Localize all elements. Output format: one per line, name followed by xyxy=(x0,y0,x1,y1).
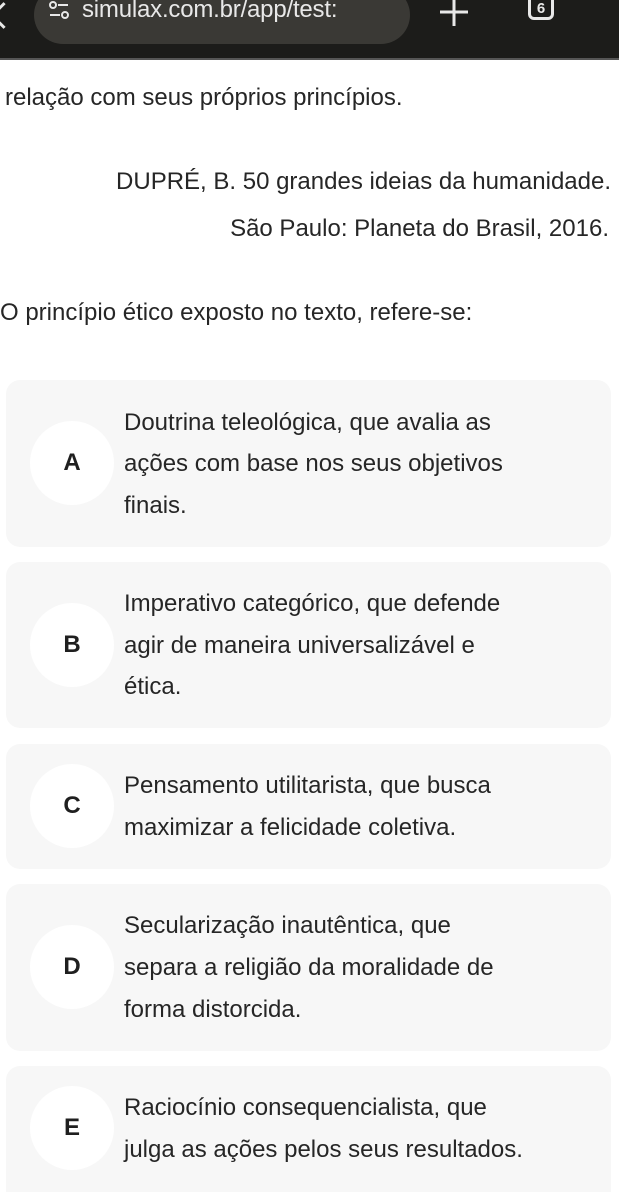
option-text-line: agir de maneira universalizável e xyxy=(124,632,475,659)
option-text-line: julga as ações pelos seus resultados. xyxy=(124,1136,523,1163)
option-text-line: Imperativo categórico, que defende xyxy=(124,590,501,617)
option-a[interactable]: A Doutrina teleológica, que avalia as aç… xyxy=(6,380,611,547)
url-text[interactable]: simulax.com.br/app/test: xyxy=(82,0,338,24)
option-b[interactable]: B Imperativo categórico, que defende agi… xyxy=(6,562,611,728)
option-letter: C xyxy=(30,764,114,848)
option-c[interactable]: C Pensamento utilitarista, que busca max… xyxy=(6,744,611,869)
option-text-line: ações com base nos seus objetivos xyxy=(124,450,503,477)
option-text-line: Raciocínio consequencialista, que xyxy=(124,1094,487,1121)
toolbar-divider xyxy=(0,58,619,60)
option-text-line: Secularização inautêntica, que xyxy=(124,912,451,939)
citation-line-2: São Paulo: Planeta do Brasil, 2016. xyxy=(230,215,609,242)
option-letter: D xyxy=(30,925,114,1009)
citation-line-1: DUPRÉ, B. 50 grandes ideias da humanidad… xyxy=(116,168,611,195)
back-arrow-icon[interactable] xyxy=(0,2,17,29)
option-text-line: forma distorcida. xyxy=(124,996,302,1023)
option-letter: A xyxy=(30,421,114,505)
option-d[interactable]: D Secularização inautêntica, que separa … xyxy=(6,884,611,1051)
address-bar[interactable]: simulax.com.br/app/test: xyxy=(34,0,410,44)
option-text-line: maximizar a felicidade coletiva. xyxy=(124,814,457,841)
option-e[interactable]: E Raciocínio consequencialista, que julg… xyxy=(6,1066,611,1192)
option-text-line: Doutrina teleológica, que avalia as xyxy=(124,409,491,436)
tab-count: 6 xyxy=(536,0,546,17)
option-text-line: ética. xyxy=(124,673,182,700)
tab-switcher-icon[interactable]: 6 xyxy=(528,0,554,20)
option-letter: E xyxy=(30,1086,114,1170)
plus-icon[interactable] xyxy=(438,0,470,28)
browser-toolbar: simulax.com.br/app/test: 6 xyxy=(0,0,619,58)
tune-icon[interactable] xyxy=(48,0,70,20)
option-letter: B xyxy=(30,603,114,687)
option-text-line: separa a religião da moralidade de xyxy=(124,954,494,981)
option-text-line: finais. xyxy=(124,492,187,519)
question-prompt: O princípio ético exposto no texto, refe… xyxy=(0,299,473,326)
passage-last-line: relação com seus próprios princípios. xyxy=(5,84,403,111)
option-text-line: Pensamento utilitarista, que busca xyxy=(124,772,491,799)
